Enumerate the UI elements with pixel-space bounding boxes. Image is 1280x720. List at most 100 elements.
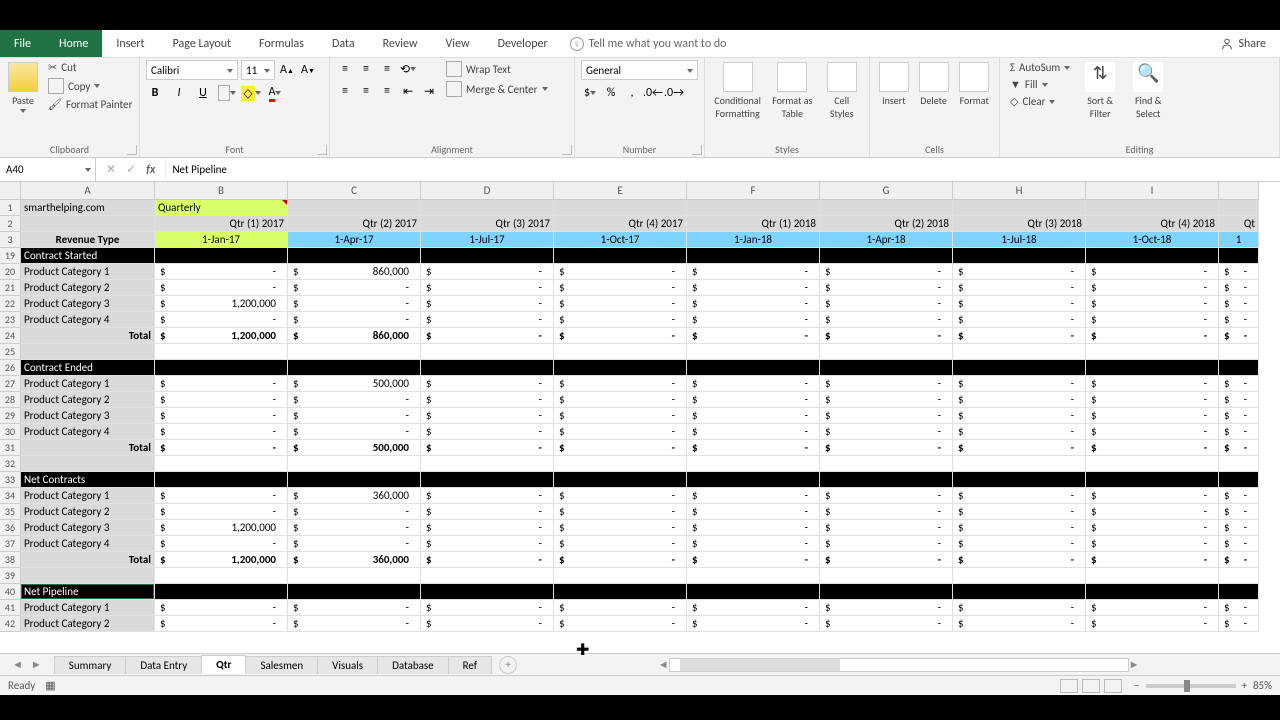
sheet-nav-next[interactable]: ►	[31, 658, 42, 671]
sheet-tab-salesmen[interactable]: Salesmen	[245, 656, 318, 674]
comma-format-button[interactable]: ,	[623, 84, 641, 102]
percent-format-button[interactable]: %	[602, 84, 620, 102]
fill-button[interactable]: ▼Fill	[1006, 77, 1074, 92]
cut-button[interactable]: ✂Cut	[44, 60, 136, 75]
tab-formulas[interactable]: Formulas	[245, 30, 318, 57]
align-left-button[interactable]: ≡	[336, 82, 354, 100]
group-font: Calibri 11 A▲ A▼ B I U ◇ A Font	[140, 58, 330, 157]
align-middle-button[interactable]: ≡	[357, 60, 375, 78]
eraser-icon: ◇	[1010, 95, 1018, 108]
find-select-button[interactable]: 🔍Find & Select	[1126, 60, 1170, 122]
inc-indent-button[interactable]: ⇥	[420, 82, 438, 100]
tab-file[interactable]: File	[0, 30, 45, 57]
status-ready: Ready	[8, 679, 35, 692]
group-number: General $ % , .0← .0→ Number	[575, 58, 705, 157]
bold-button[interactable]: B	[146, 84, 164, 102]
share-button[interactable]: Share	[1206, 30, 1280, 57]
merge-center-button[interactable]: Merge & Center	[442, 80, 552, 98]
tab-review[interactable]: Review	[369, 30, 432, 57]
tab-data[interactable]: Data	[318, 30, 369, 57]
dec-indent-button[interactable]: ⇤	[399, 82, 417, 100]
sheet-tab-data-entry[interactable]: Data Entry	[125, 656, 202, 674]
wrap-text-button[interactable]: Wrap Text	[442, 60, 552, 78]
tab-home[interactable]: Home	[45, 30, 102, 57]
formula-input[interactable]: Net Pipeline	[166, 158, 1280, 181]
zoom-slider[interactable]	[1146, 684, 1236, 688]
number-format-select[interactable]: General	[581, 60, 698, 80]
wrap-icon	[446, 61, 462, 77]
sheet-tab-qtr[interactable]: Qtr	[201, 655, 246, 674]
sheet-tab-database[interactable]: Database	[377, 656, 449, 674]
sigma-icon: Σ	[1010, 61, 1015, 74]
cell-styles-button[interactable]: Cell Styles	[820, 60, 863, 122]
zoom-out-button[interactable]: −	[1134, 679, 1139, 692]
number-dialog-icon[interactable]	[692, 145, 702, 155]
merge-icon	[446, 81, 462, 97]
font-dialog-icon[interactable]	[317, 145, 327, 155]
format-as-table-button[interactable]: Format as Table	[768, 60, 816, 122]
zoom-in-button[interactable]: +	[1242, 679, 1247, 692]
grid[interactable]: ABCDEFGHI1smarthelping.comQuarterly2Qtr …	[0, 182, 1280, 653]
delete-cells-button[interactable]: Delete	[916, 60, 952, 109]
align-top-button[interactable]: ≡	[336, 60, 354, 78]
inc-decimal-button[interactable]: .0←	[644, 84, 662, 102]
accounting-format-button[interactable]: $	[581, 84, 599, 102]
sheet-tab-summary[interactable]: Summary	[54, 656, 127, 674]
clipboard-dialog-icon[interactable]	[127, 145, 137, 155]
tab-page-layout[interactable]: Page Layout	[159, 30, 245, 57]
sort-filter-button[interactable]: ⇅Sort & Filter	[1078, 60, 1122, 122]
enter-icon[interactable]: ✓	[126, 162, 136, 177]
tell-me[interactable]: ♀Tell me what you want to do	[562, 30, 1207, 57]
name-box[interactable]: A40	[0, 158, 96, 181]
align-bottom-button[interactable]: ≡	[378, 60, 396, 78]
conditional-formatting-button[interactable]: Conditional Formatting	[711, 60, 764, 122]
paste-button[interactable]: Paste	[6, 60, 40, 115]
sheet-tab-ref[interactable]: Ref	[448, 656, 493, 674]
add-sheet-button[interactable]: +	[499, 656, 517, 674]
sheet-tabbar: ◄ ► SummaryData EntryQtrSalesmenVisualsD…	[0, 653, 1280, 675]
dec-decimal-button[interactable]: .0→	[665, 84, 683, 102]
bulb-icon: ♀	[570, 37, 584, 51]
tab-insert[interactable]: Insert	[102, 30, 158, 57]
fill-icon: ▼	[1010, 78, 1021, 91]
alignment-dialog-icon[interactable]	[562, 145, 572, 155]
clear-button[interactable]: ◇Clear	[1006, 94, 1074, 109]
italic-button[interactable]: I	[170, 84, 188, 102]
group-cells: Insert Delete Format Cells	[870, 58, 1000, 157]
cancel-icon[interactable]: ✕	[106, 162, 116, 177]
brush-icon: 🖌	[48, 98, 62, 111]
macro-record-icon[interactable]: ▦	[45, 679, 55, 692]
orientation-button[interactable]: ⟲	[399, 60, 417, 78]
view-page-layout-button[interactable]	[1082, 679, 1100, 693]
copy-icon	[48, 78, 64, 94]
ribbon-tabbar: File Home Insert Page Layout Formulas Da…	[0, 30, 1280, 58]
group-clipboard: Paste ✂Cut Copy 🖌Format Painter Clipboar…	[0, 58, 140, 157]
align-center-button[interactable]: ≡	[357, 82, 375, 100]
sheet-tab-visuals[interactable]: Visuals	[317, 656, 378, 674]
grow-font-button[interactable]: A▲	[278, 61, 296, 79]
font-name-select[interactable]: Calibri	[146, 60, 238, 80]
view-page-break-button[interactable]	[1104, 679, 1122, 693]
autosum-button[interactable]: ΣAutoSum	[1006, 60, 1074, 75]
horizontal-scrollbar[interactable]: ◄ ►	[517, 658, 1280, 672]
align-right-button[interactable]: ≡	[378, 82, 396, 100]
formula-bar: A40 ✕ ✓ fx Net Pipeline	[0, 158, 1280, 182]
sheet-nav-prev[interactable]: ◄	[12, 658, 23, 671]
zoom-level[interactable]: 85%	[1253, 679, 1272, 692]
format-painter-button[interactable]: 🖌Format Painter	[44, 97, 136, 112]
insert-cells-button[interactable]: Insert	[876, 60, 912, 109]
tab-view[interactable]: View	[432, 30, 484, 57]
fill-color-button[interactable]: ◇	[242, 84, 260, 102]
border-button[interactable]	[218, 84, 236, 102]
format-cells-button[interactable]: Format	[955, 60, 993, 109]
copy-button[interactable]: Copy	[44, 77, 136, 95]
font-color-button[interactable]: A	[266, 84, 284, 102]
tab-developer[interactable]: Developer	[484, 30, 562, 57]
underline-button[interactable]: U	[194, 84, 212, 102]
font-size-select[interactable]: 11	[241, 60, 275, 80]
shrink-font-button[interactable]: A▼	[299, 61, 317, 79]
ribbon: Paste ✂Cut Copy 🖌Format Painter Clipboar…	[0, 58, 1280, 158]
group-editing: ΣAutoSum ▼Fill ◇Clear ⇅Sort & Filter 🔍Fi…	[1000, 58, 1280, 157]
fx-icon[interactable]: fx	[146, 163, 155, 177]
view-normal-button[interactable]	[1060, 679, 1078, 693]
